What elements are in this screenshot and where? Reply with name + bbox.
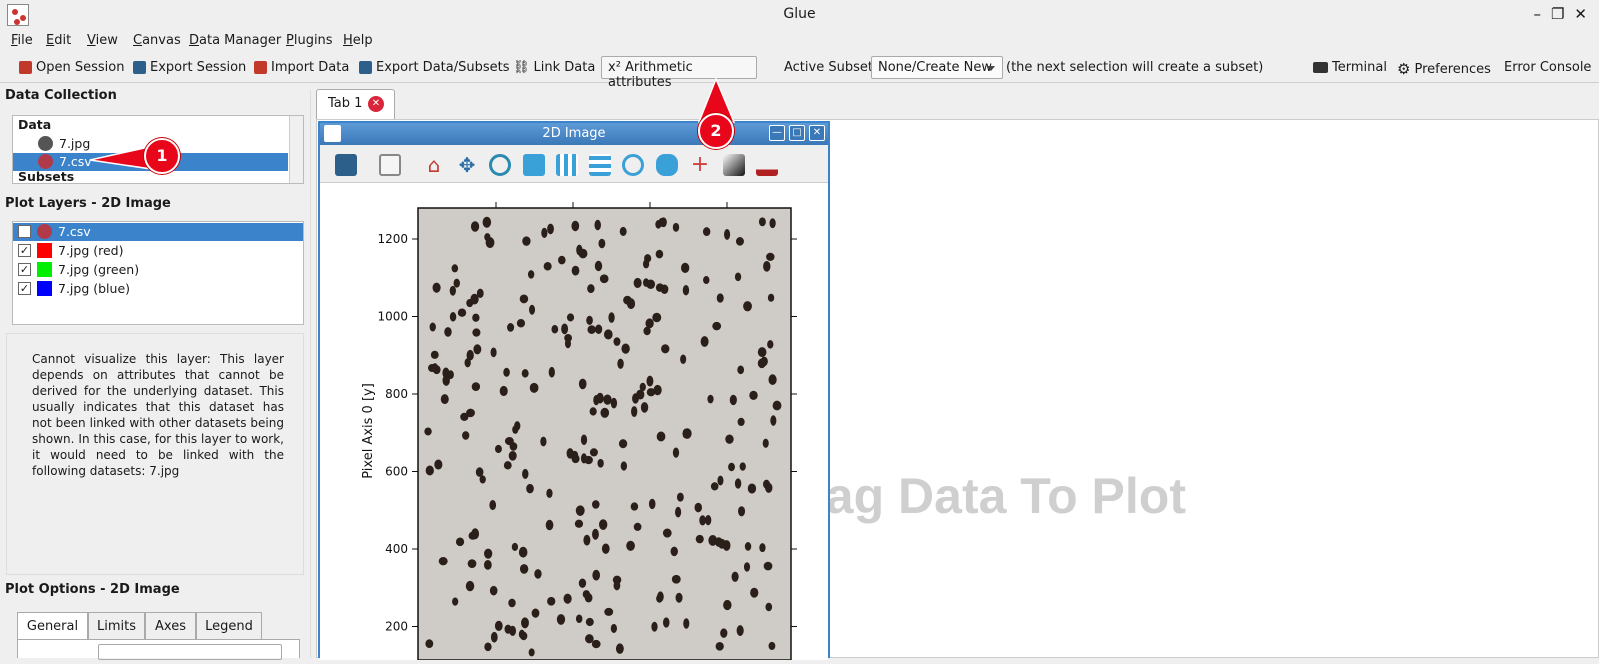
annotation-overlay (89, 77, 736, 171)
callout-badge-1: 1 (144, 138, 180, 174)
callout-badge-2: 2 (698, 113, 734, 149)
